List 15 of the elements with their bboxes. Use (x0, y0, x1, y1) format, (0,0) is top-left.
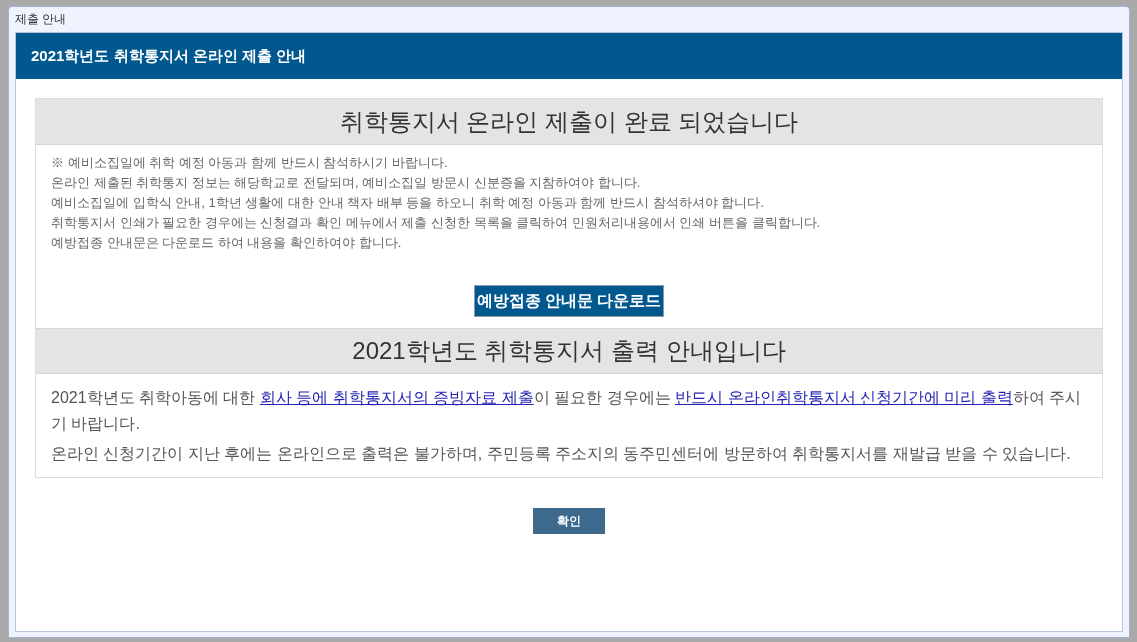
section-heading: 2021학년도 취학통지서 출력 안내입니다 (36, 328, 1102, 374)
link[interactable]: 회사 등에 취학통지서의 증빙자료 제출 (259, 389, 534, 406)
notice-text: 예비소집일에 입학식 안내, 1학년 생활에 대한 안내 책자 배부 등을 하오니 취학 예정 아동과 함께 반드시 참석하셔야 합니다. (51, 194, 765, 212)
notice-text: 온라인 제출된 취학통지 정보는 해당학교로 전달되며, 예비소집일 방문시 신분증을 지참하여야 합니다. (51, 174, 642, 192)
notice-text: ※ 예비소집일에 취학 예정 아동과 함께 반드시 참석하시기 바랍니다. (51, 154, 449, 172)
info-paragraph: 온라인 신청기간이 지난 후에는 온라인으로 출력은 불가하며, 주민등록 주소지의 동주민센터에 방문하여 취학통지서를 재발급 받을 수 있습니다. (51, 444, 1072, 464)
link[interactable]: 반드시 온라인취학통지서 신청기간에 미리 출력 (675, 389, 1013, 406)
notice-text: 예방접종 안내문은 다운로드 하여 내용을 확인하여야 합니다. (51, 234, 403, 252)
download-button[interactable]: 예방접종 안내문 다운로드 (473, 285, 665, 317)
section-heading: 취학통지서 온라인 제출이 완료 되었습니다 (36, 99, 1102, 145)
dialog-heading: 2021학년도 취학통지서 온라인 제출 안내 (31, 45, 307, 66)
confirm-button[interactable]: 확인 (533, 508, 605, 534)
window-title: 제출 안내 (15, 11, 68, 28)
info-paragraph: 2021학년도 취학아동에 대한 회사 등에 취학통지서의 증빙자료 제출이 필요한 경우에는 반드시 온라인취학통지서 신청기간에 미리 출력하여 주시기 바랍니다. (51, 388, 1083, 434)
notice-text: 취학통지서 인쇄가 필요한 경우에는 신청결과 확인 메뉴에서 제출 신청한 목록을 클릭하여 민원처리내용에서 인쇄 버튼을 클릭합니다. (51, 214, 822, 232)
